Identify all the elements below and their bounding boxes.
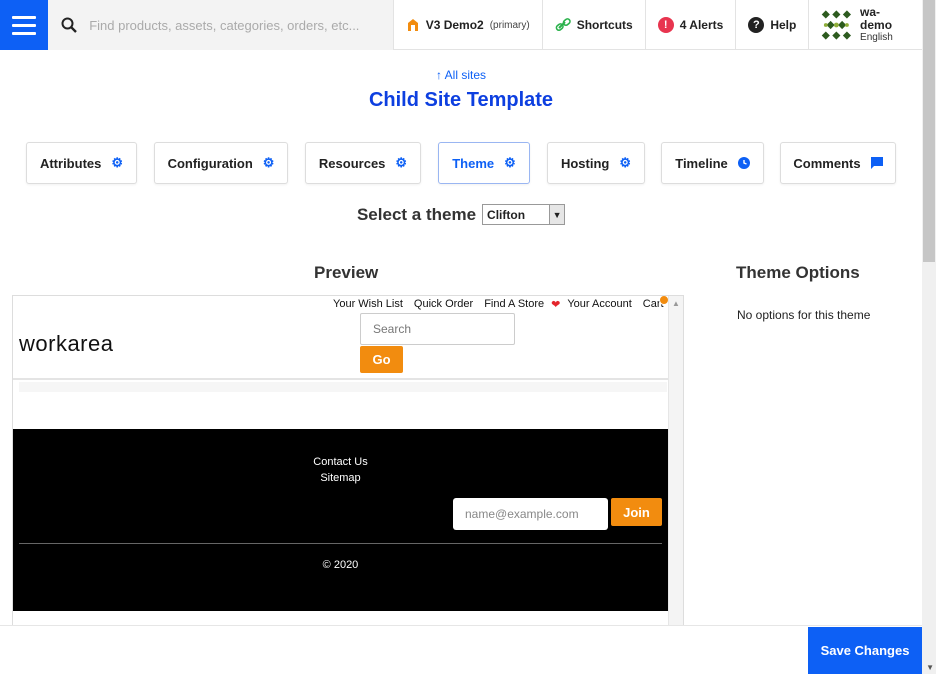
gear-icon: ⚙ (619, 155, 632, 170)
site-name: V3 Demo2 (425, 18, 484, 32)
newsletter-email-input[interactable]: name@example.com (453, 498, 608, 530)
preview-link-quick-order[interactable]: Quick Order (414, 298, 473, 311)
tab-label: Attributes (39, 155, 102, 171)
scrollbar-thumb[interactable] (923, 0, 935, 262)
help-label: Help (770, 18, 797, 32)
newsletter-join-button[interactable]: Join (611, 498, 662, 526)
tab-attributes[interactable]: Attributes ⚙ (26, 142, 137, 184)
theme-select-value: Clifton (487, 208, 526, 222)
theme-preview-frame[interactable]: Your Wish List Quick Order Find A Store … (12, 295, 684, 630)
preview-link-find-store[interactable]: Find A Store (484, 298, 544, 311)
site-tag: (primary) (489, 19, 530, 31)
gear-icon: ⚙ (395, 155, 408, 170)
tab-label: Theme (452, 155, 495, 171)
top-bar: V3 Demo2 (primary) Shortcuts ! 4 Alerts … (0, 0, 922, 50)
tab-label: Timeline (675, 155, 728, 171)
tab-label: Resources (318, 155, 386, 171)
scroll-up-icon[interactable]: ▲ (672, 299, 680, 308)
preview-scrollbar[interactable]: ▲ (668, 296, 683, 629)
theme-select-row: Select a theme Clifton ▼ (0, 204, 922, 225)
user-name: wa-demo (860, 5, 893, 32)
footer-divider (19, 543, 662, 544)
shortcuts-label: Shortcuts (576, 18, 633, 32)
preview-header-links: Your Wish List Quick Order Find A Store … (333, 296, 669, 311)
scroll-down-icon[interactable]: ▼ (926, 663, 934, 672)
gear-icon: ⚙ (262, 155, 275, 170)
no-options-text: No options for this theme (737, 308, 871, 322)
preview-divider (13, 378, 668, 380)
search-input[interactable] (89, 17, 370, 33)
tab-resources[interactable]: Resources ⚙ (305, 142, 421, 184)
page-scrollbar[interactable]: ▼ (922, 0, 936, 674)
preview-heading: Preview (314, 263, 379, 282)
preview-content-area (19, 382, 667, 392)
preview-footer: Contact Us Sitemap name@example.com Join… (13, 429, 668, 611)
footer-link-sitemap[interactable]: Sitemap (13, 470, 668, 486)
tab-hosting[interactable]: Hosting ⚙ (547, 142, 645, 184)
preview-go-button[interactable]: Go (360, 346, 403, 373)
gear-icon: ⚙ (111, 155, 124, 170)
footer-link-contact[interactable]: Contact Us (13, 454, 668, 470)
footer-links: Contact Us Sitemap (13, 454, 668, 486)
preview-link-account[interactable]: Your Account (567, 298, 631, 311)
shortcuts-button[interactable]: Shortcuts (541, 0, 645, 50)
clock-icon (737, 157, 750, 169)
alerts-label: 4 Alerts (679, 18, 724, 32)
preview-link-wishlist[interactable]: Your Wish List (333, 298, 403, 311)
tab-label: Comments (793, 155, 861, 171)
search-icon (61, 17, 78, 33)
page-title: Child Site Template (368, 89, 554, 111)
heart-icon: ❤ (551, 299, 561, 311)
breadcrumb[interactable]: ↑ All sites (0, 68, 922, 82)
action-bar (0, 625, 922, 674)
gear-icon: ⚙ (504, 155, 516, 170)
comment-icon (870, 157, 883, 169)
preview-link-cart[interactable]: Cart (643, 296, 669, 311)
alert-icon: ! (657, 17, 674, 33)
preview-search-input[interactable]: Search (360, 313, 515, 345)
tab-label: Hosting (560, 155, 610, 171)
alerts-button[interactable]: ! 4 Alerts (644, 0, 736, 50)
tab-timeline[interactable]: Timeline (661, 142, 764, 184)
help-button[interactable]: ? Help (735, 0, 808, 50)
tab-label: Configuration (167, 155, 253, 171)
theme-options-heading: Theme Options (736, 263, 860, 282)
footer-copyright: © 2020 (322, 559, 359, 571)
tab-configuration[interactable]: Configuration ⚙ (154, 142, 288, 184)
tab-theme[interactable]: Theme ⚙ (438, 142, 530, 184)
menu-icon[interactable] (0, 0, 49, 50)
help-icon: ? (748, 17, 765, 33)
site-switcher[interactable]: V3 Demo2 (primary) (392, 0, 542, 50)
save-changes-button[interactable]: Save Changes (808, 627, 922, 674)
avatar (822, 9, 852, 40)
preview-logo: workarea (19, 331, 114, 356)
tab-comments[interactable]: Comments (780, 142, 896, 184)
chevron-down-icon: ▼ (549, 205, 565, 224)
theme-select-label: Select a theme (356, 204, 477, 224)
theme-select[interactable]: Clifton ▼ (482, 204, 566, 225)
site-icon (407, 19, 418, 31)
user-language: English (860, 32, 893, 43)
user-menu[interactable]: wa-demo English (808, 0, 922, 49)
link-icon (555, 18, 571, 32)
global-search (48, 0, 393, 50)
